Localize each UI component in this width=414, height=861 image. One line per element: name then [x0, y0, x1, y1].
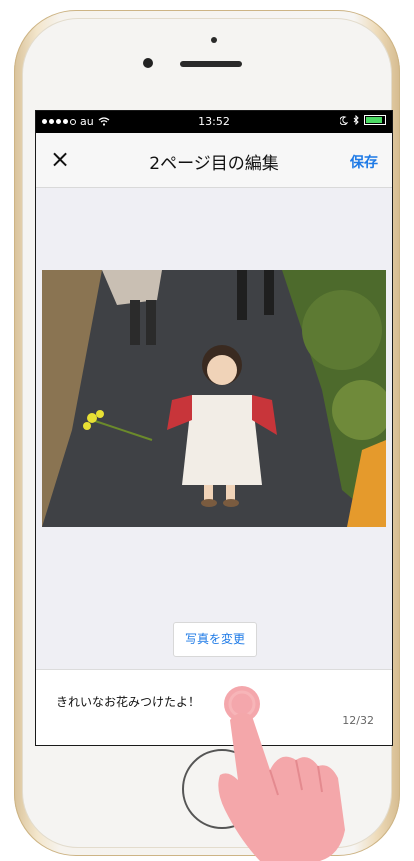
page-photo [42, 270, 386, 527]
earpiece-speaker [180, 61, 242, 67]
moon-icon [340, 115, 348, 125]
proximity-sensor [211, 37, 217, 43]
save-button[interactable]: 保存 [350, 152, 378, 172]
tap-hand-icon [218, 686, 345, 861]
caption-text[interactable]: きれいなお花みつけたよ！ [56, 693, 200, 710]
bluetooth-icon [353, 115, 359, 125]
change-photo-button[interactable]: 写真を変更 [173, 622, 257, 657]
page-title: 2ページ目の編集 [149, 154, 279, 174]
front-camera [143, 58, 153, 68]
status-time: 13:52 [198, 115, 230, 128]
close-button[interactable]: × [50, 147, 70, 171]
status-bar: au 13:52 [36, 111, 392, 133]
battery-icon [364, 115, 386, 125]
phone-screen: au 13:52 × 2ページ目の編集 保存 写真を変更 きれいなお花みつけたよ… [35, 110, 393, 746]
navigation-bar: × 2ページ目の編集 保存 [36, 133, 392, 188]
